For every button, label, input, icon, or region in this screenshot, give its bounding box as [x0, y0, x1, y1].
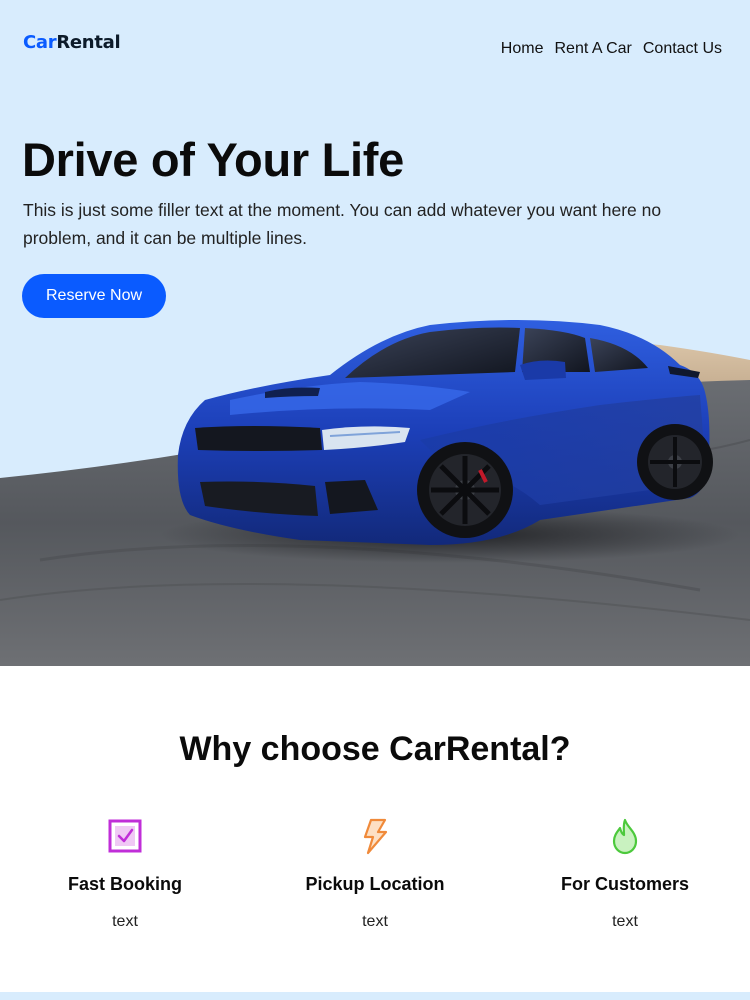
logo-part-car: Car	[23, 32, 57, 53]
logo[interactable]: CarRental	[23, 32, 121, 53]
feature-text: text	[612, 913, 638, 930]
main-nav: Home Rent A Car Contact Us	[501, 40, 722, 58]
next-section-strip	[0, 992, 750, 1000]
hero-car-image	[0, 320, 750, 666]
hero-section: CarRental Home Rent A Car Contact Us Dri…	[0, 0, 750, 666]
nav-contact-us[interactable]: Contact Us	[643, 40, 722, 58]
feature-pickup-location: Pickup Location text	[250, 816, 500, 931]
why-section: Why choose CarRental? Fast Booking text …	[0, 666, 750, 992]
feature-text: text	[112, 913, 138, 930]
reserve-now-button[interactable]: Reserve Now	[22, 274, 166, 318]
flame-icon	[612, 818, 638, 855]
hero-description: This is just some filler text at the mom…	[23, 200, 662, 248]
feature-text: text	[362, 913, 388, 930]
nav-rent-a-car[interactable]: Rent A Car	[554, 40, 631, 58]
lightning-icon	[363, 818, 388, 855]
feature-title: For Customers	[560, 874, 690, 894]
feature-title: Fast Booking	[67, 874, 182, 894]
feature-fast-booking: Fast Booking text	[0, 816, 250, 931]
hero-title: Drive of Your Life	[22, 133, 404, 186]
why-title: Why choose CarRental?	[179, 730, 571, 768]
nav-home[interactable]: Home	[501, 40, 544, 58]
logo-part-rental: Rental	[56, 32, 121, 53]
feature-for-customers: For Customers text	[500, 816, 750, 931]
feature-title: Pickup Location	[305, 874, 445, 894]
checkbox-icon	[108, 819, 142, 853]
